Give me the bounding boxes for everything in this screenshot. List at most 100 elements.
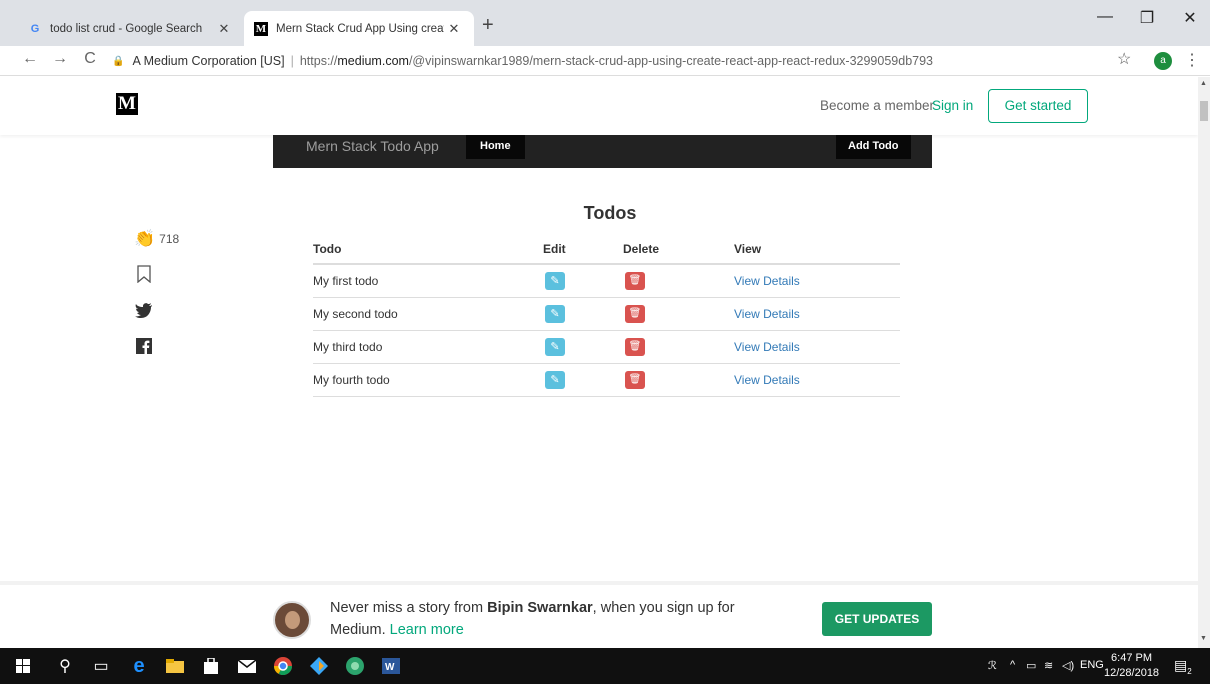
- tab-title: Mern Stack Crud App Using creat: [276, 22, 444, 35]
- view-details-link: View Details: [734, 363, 900, 397]
- bookmark-icon[interactable]: [134, 263, 154, 285]
- view-details-link: View Details: [734, 330, 900, 364]
- follow-banner: Never miss a story from Bipin Swarnkar, …: [0, 581, 1198, 648]
- trash-icon: 🗑: [625, 304, 645, 323]
- back-icon[interactable]: ←: [20, 50, 40, 68]
- url-host: medium.com: [337, 54, 409, 68]
- edit-icon: ✎: [545, 337, 565, 356]
- close-window-button[interactable]: ✕: [1175, 8, 1205, 28]
- word-icon[interactable]: W: [380, 655, 402, 677]
- table-row: My fourth todo ✎ 🗑 View Details: [313, 363, 900, 397]
- browser-tab-strip: G todo list crud - Google Search ✕ M Mer…: [0, 0, 1210, 46]
- scroll-up-icon[interactable]: ▲: [1200, 80, 1207, 87]
- trash-icon: 🗑: [625, 271, 645, 290]
- store-icon[interactable]: [200, 655, 222, 677]
- windows-start-icon[interactable]: [12, 655, 34, 677]
- get-started-button[interactable]: Get started: [988, 89, 1088, 123]
- menu-icon[interactable]: ⋮: [1184, 50, 1200, 70]
- forward-icon[interactable]: →: [50, 50, 70, 68]
- url-prefix: https://: [299, 54, 338, 68]
- table-row: My third todo ✎ 🗑 View Details: [313, 330, 900, 364]
- facebook-icon[interactable]: [134, 335, 154, 357]
- twitter-icon[interactable]: [134, 299, 154, 321]
- minimize-button[interactable]: —: [1090, 8, 1120, 26]
- view-details-link: View Details: [734, 297, 900, 331]
- scroll-thumb[interactable]: [1200, 101, 1208, 121]
- trash-icon: 🗑: [625, 370, 645, 389]
- volume-icon[interactable]: ◁): [1062, 659, 1074, 672]
- close-tab-icon[interactable]: ✕: [444, 21, 464, 37]
- become-member-link[interactable]: Become a member: [820, 98, 934, 113]
- column-header: Edit: [543, 234, 623, 265]
- table-row: My second todo ✎ 🗑 View Details: [313, 297, 900, 331]
- medium-logo[interactable]: M: [116, 93, 138, 115]
- tab-title: todo list crud - Google Search: [50, 22, 203, 35]
- browser-toolbar: ← → C 🔒 A Medium Corporation [US] | http…: [0, 46, 1210, 76]
- language-indicator[interactable]: ENG: [1080, 659, 1104, 671]
- url-path: /@vipinswarnkar1989/mern-stack-crud-app-…: [408, 54, 933, 68]
- edit-icon: ✎: [545, 370, 565, 389]
- security-label: A Medium Corporation [US]: [132, 54, 285, 68]
- clock-date: 12/28/2018: [1104, 667, 1160, 679]
- clock-time: 6:47 PM: [1111, 652, 1153, 664]
- reload-icon[interactable]: C: [80, 50, 100, 68]
- lock-icon: 🔒: [112, 55, 125, 67]
- people-icon[interactable]: ℛ: [988, 659, 997, 672]
- scroll-down-icon[interactable]: ▼: [1200, 635, 1207, 642]
- tab-medium-article[interactable]: M Mern Stack Crud App Using creat ✕: [244, 11, 474, 46]
- app-navbar: Mern Stack Todo App Home Add Todo: [273, 135, 932, 168]
- view-details-link: View Details: [734, 264, 900, 298]
- tab-google-search[interactable]: G todo list crud - Google Search ✕: [14, 11, 244, 46]
- sign-in-link[interactable]: Sign in: [932, 98, 973, 113]
- svg-text:W: W: [385, 662, 395, 673]
- clock[interactable]: 6:47 PM 12/28/2018: [1104, 651, 1159, 681]
- tray-chevron-icon[interactable]: ^: [1010, 659, 1015, 671]
- notifications-icon[interactable]: ▤2: [1174, 657, 1192, 676]
- todos-title: Todos: [583, 203, 637, 223]
- learn-more-link[interactable]: Learn more: [390, 622, 464, 638]
- mail-icon[interactable]: [236, 655, 258, 677]
- edit-icon: ✎: [545, 304, 565, 323]
- social-sidebar: 👏 718: [134, 229, 194, 357]
- trash-icon: 🗑: [625, 337, 645, 356]
- clap-button[interactable]: 👏 718: [134, 229, 194, 249]
- author-avatar: [273, 601, 311, 639]
- task-view-icon[interactable]: ▭: [90, 655, 112, 677]
- page-viewport: M Become a member Sign in Get started Me…: [0, 77, 1198, 648]
- close-tab-icon[interactable]: ✕: [214, 21, 234, 37]
- new-tab-button[interactable]: +: [482, 14, 494, 37]
- medium-header: M Become a member Sign in Get started: [0, 77, 1198, 135]
- edit-icon: ✎: [545, 271, 565, 290]
- vscode-icon[interactable]: [308, 655, 330, 677]
- wifi-icon[interactable]: ≋: [1044, 659, 1053, 672]
- page-scrollbar[interactable]: ▲ ▼: [1198, 77, 1210, 648]
- app-green-icon[interactable]: [344, 655, 366, 677]
- table-row: My first todo ✎ 🗑 View Details: [313, 264, 900, 298]
- restore-button[interactable]: ❐: [1132, 8, 1162, 28]
- clap-icon: 👏: [134, 229, 156, 248]
- chrome-icon[interactable]: [272, 655, 294, 677]
- table-header-row: Todo Edit Delete View: [313, 234, 900, 265]
- clap-count: 718: [159, 232, 180, 246]
- column-header: Todo: [313, 234, 543, 265]
- todo-cell: My first todo: [313, 264, 543, 298]
- todo-cell: My fourth todo: [313, 363, 543, 397]
- address-bar[interactable]: 🔒 A Medium Corporation [US] | https:// m…: [112, 48, 1142, 74]
- medium-icon: M: [254, 21, 268, 36]
- divider: |: [290, 54, 294, 68]
- todo-cell: My third todo: [313, 330, 543, 364]
- edge-icon[interactable]: e: [128, 655, 150, 677]
- author-name: Bipin Swarnkar: [487, 600, 593, 616]
- banner-prefix: Never miss a story from: [330, 600, 488, 616]
- todo-cell: My second todo: [313, 297, 543, 331]
- profile-avatar[interactable]: a: [1154, 52, 1172, 70]
- get-updates-button[interactable]: GET UPDATES: [822, 602, 932, 636]
- windows-taskbar: ⚲ ▭ e W ℛ ^ ▭ ≋ ◁) ENG 6:47 PM 12/28/201…: [0, 648, 1210, 684]
- search-icon[interactable]: ⚲: [54, 655, 76, 677]
- app-brand: Mern Stack Todo App: [306, 138, 439, 154]
- file-explorer-icon[interactable]: [164, 655, 186, 677]
- battery-icon[interactable]: ▭: [1026, 659, 1036, 672]
- bookmark-star-icon[interactable]: ☆: [1117, 49, 1131, 69]
- column-header: Delete: [623, 234, 734, 265]
- app-home-link: Home: [466, 135, 525, 159]
